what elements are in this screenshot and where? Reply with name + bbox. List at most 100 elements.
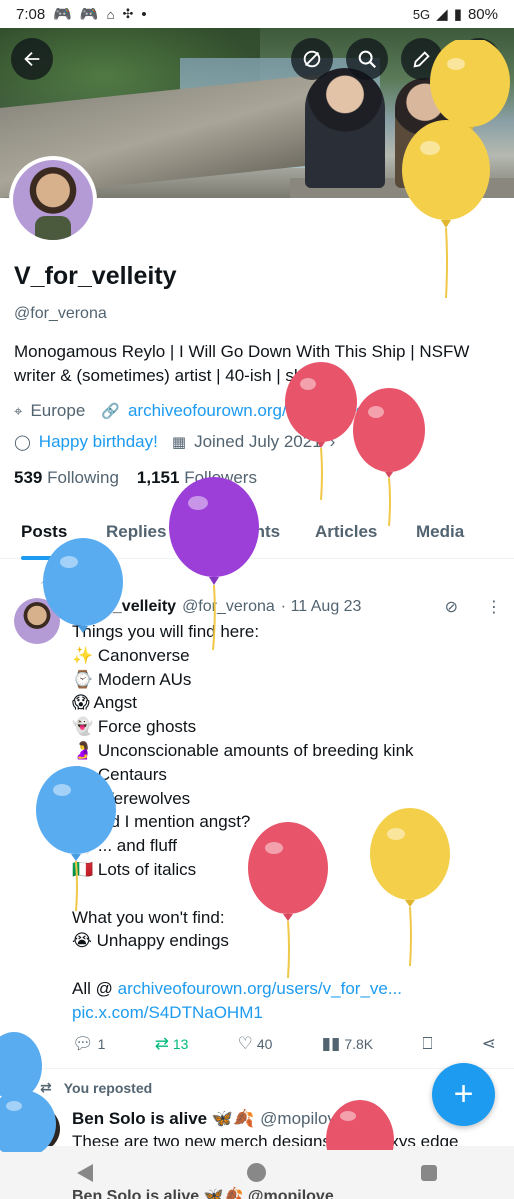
search-button[interactable] [346, 38, 388, 80]
edit-icon [413, 51, 430, 68]
gamepad-icon: 🎮 [79, 6, 99, 23]
back-button[interactable] [11, 38, 53, 80]
profile-meta-row-2: ◯ Happy birthday! ▦ Joined July 2021 › [14, 432, 335, 452]
repost-label: You reposted [63, 1079, 153, 1096]
post-more-icon[interactable]: ⋮ [486, 597, 502, 617]
share-button[interactable]: ⋖ [482, 1034, 496, 1054]
more-button[interactable]: ⋮ [458, 38, 500, 80]
repost-button[interactable]: ⇄ 13 [155, 1034, 189, 1054]
nav-home-icon[interactable] [247, 1163, 267, 1182]
battery-icon: ▮ [453, 6, 462, 23]
system-nav-bar: Ben Solo is alive 🦋🍂 @mopilove [0, 1146, 514, 1199]
pinwheel-icon: ✣ [122, 6, 134, 21]
share-icon: ⋖ [481, 1034, 496, 1053]
status-time: 7:08 [16, 5, 46, 23]
grok-icon [303, 50, 321, 68]
pic-link[interactable]: pic.x.com/S4DTNaOHM1 [72, 1001, 502, 1025]
chevron-right-icon[interactable]: › [330, 432, 336, 452]
post-line: ✨ Canonverse [72, 645, 190, 665]
repost-author-handle[interactable]: @mopilove · 4d [260, 1109, 379, 1129]
post-line: 👻 Force ghosts [72, 717, 197, 737]
post-header: V_for_velleity @for_verona · 11 Aug 23 ⊘… [72, 597, 502, 617]
grok-button[interactable] [291, 38, 333, 80]
post-line: 🍬 ... and fluff [72, 836, 177, 856]
tab-articles[interactable]: Articles [315, 505, 377, 559]
following-link[interactable]: 539 Following [14, 468, 119, 488]
profile-avatar[interactable] [9, 156, 97, 244]
post-author-handle[interactable]: @for_verona [182, 598, 275, 616]
bookmark-icon: ⎕ [422, 1034, 433, 1053]
followers-link[interactable]: 1,151 Followers [137, 468, 257, 488]
reply-button[interactable]: 💬︎ 1 [72, 1034, 105, 1054]
post-text: Things you will find here: ✨ Canonverse … [72, 620, 502, 1025]
bio-line: writer & (sometimes) artist | 40-ish | s… [14, 366, 343, 385]
plus-icon: + [453, 1075, 474, 1113]
status-bar: 7:08 🎮 🎮 ⌂ ✣ • 5G ◢ ▮ 80% [0, 0, 514, 28]
post-line: 😮 Did I mention angst? [72, 812, 251, 832]
tab-highlights[interactable]: Highlights [197, 505, 280, 559]
nav-recents-icon[interactable] [420, 1164, 437, 1181]
profile-joined: Joined July 2021 [194, 432, 322, 451]
profile-display-name: V_for_velleity [14, 262, 177, 290]
banner-figure-left [305, 68, 385, 188]
post-line: 🇮🇹 Lots of italics [72, 859, 197, 879]
dot-icon: • [141, 5, 147, 23]
pinned-indicator: 📌 Pinned [40, 568, 114, 585]
views-button[interactable]: ▮▮ 7.8K [322, 1034, 374, 1054]
post-date[interactable]: · 11 Aug 23 [281, 598, 362, 616]
tab-replies[interactable]: Replies [106, 505, 166, 559]
repost-icon: ⇄ [40, 1079, 52, 1095]
calendar-icon: ▦ [171, 434, 187, 451]
follow-counts: 539 Following 1,151 Followers [14, 468, 257, 488]
navbar-peek-text: Ben Solo is alive 🦋🍂 @mopilove [72, 1188, 334, 1199]
repost-indicator: ⇄ You reposted [40, 1079, 152, 1096]
post-line: 🐎 Centaurs [72, 764, 167, 784]
repost-header: Ben Solo is alive 🦋🍂 @mopilove · 4d [72, 1109, 379, 1129]
post-actions: 💬︎ 1 ⇄ 13 ♡ 40 ▮▮ 7.8K ⎕ ⋖ [72, 1034, 496, 1054]
bar-chart-icon: ▮▮ [321, 1034, 341, 1053]
search-icon [358, 50, 377, 69]
avatar-image [14, 598, 60, 644]
tab-media[interactable]: Media [416, 505, 464, 559]
pinned-label: Pinned [67, 568, 115, 585]
post-line: 😭 Unhappy endings [72, 931, 229, 951]
airbnb-icon: ⌂ [106, 6, 115, 22]
repost-icon: ⇄ [154, 1034, 169, 1053]
location-icon: ⌖ [14, 402, 23, 420]
birthday-link[interactable]: Happy birthday! [39, 432, 158, 452]
profile-bio: Monogamous Reylo | I Will Go Down With T… [14, 340, 504, 388]
arrow-left-icon [24, 51, 40, 67]
post-divider [0, 1068, 514, 1069]
profile-location: Europe [30, 401, 86, 420]
repost-author-name[interactable]: Ben Solo is alive 🦋🍂 [72, 1109, 254, 1129]
bio-line: Monogamous Reylo | I Will Go Down With T… [14, 342, 470, 361]
post-line: 😱 Angst [72, 693, 137, 713]
post-line: 🤰 Unconscionable amounts of breeding kin… [72, 740, 414, 760]
profile-website-link[interactable]: archiveofourown.org/users/v_for_ve... [128, 401, 412, 421]
gamepad-icon: 🎮 [53, 6, 72, 23]
network-label: 5G [412, 6, 431, 22]
link-icon: 🔗 [101, 403, 120, 420]
post-line-links: All @ archiveofourown.org/users/v_for_ve… [72, 978, 403, 998]
reply-icon: 💬︎ [72, 1034, 94, 1053]
profile-meta-row: ⌖ Europe 🔗 archiveofourown.org/users/v_f… [14, 401, 412, 421]
profile-handle: @for_verona [14, 305, 107, 322]
post-author-name[interactable]: V_for_velleity [72, 598, 176, 616]
post-line: 🐺 Werewolves [72, 788, 191, 808]
edit-button[interactable] [401, 38, 443, 80]
signal-icon: ◢ [436, 6, 448, 23]
grok-post-icon[interactable]: ⊘ [445, 597, 458, 617]
nav-back-icon[interactable] [77, 1163, 94, 1182]
like-button[interactable]: ♡ 40 [238, 1034, 273, 1054]
compose-button[interactable]: + [432, 1063, 495, 1126]
post-line: ⌚ Modern AUs [72, 669, 192, 689]
ao3-link[interactable]: archiveofourown.org/users/v_for_ve... [118, 979, 402, 998]
more-icon: ⋮ [469, 48, 489, 71]
bookmark-button[interactable]: ⎕ [422, 1034, 432, 1054]
avatar-image [13, 160, 93, 240]
tab-posts[interactable]: Posts [21, 505, 68, 560]
battery-label: 80% [467, 5, 498, 23]
post-avatar[interactable] [14, 598, 60, 644]
